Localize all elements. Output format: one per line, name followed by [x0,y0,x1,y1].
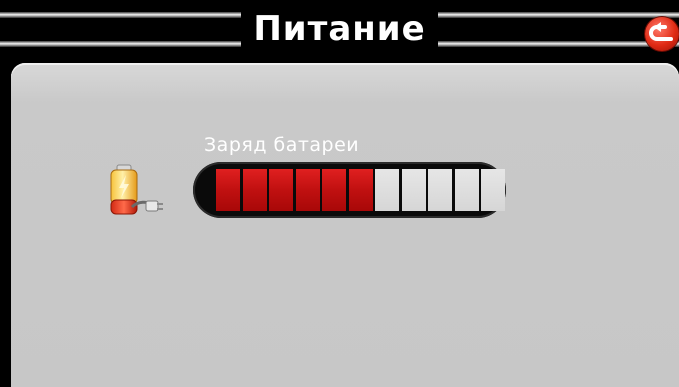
battery-segment-filled [348,169,373,211]
battery-segment-filled [322,169,346,211]
power-screen: Питание Заряд батареи [0,0,679,387]
battery-segment-filled [295,169,320,211]
battery-segment-empty [401,169,426,211]
battery-segment-filled [216,169,240,211]
page-title-text: Питание [241,9,438,49]
battery-segments [216,169,508,211]
battery-segment-empty [428,169,452,211]
back-arrow-icon [649,22,673,41]
back-button[interactable] [645,17,679,51]
battery-segment-empty [454,169,479,211]
battery-segment-empty [481,169,505,211]
page-title: Питание [0,9,679,49]
battery-charging-icon [110,164,163,215]
battery-level-label: Заряд батареи [204,134,360,156]
battery-segment-filled [242,169,267,211]
content-panel [11,63,679,387]
title-bar: Питание [0,0,679,54]
battery-segment-empty [375,169,399,211]
battery-level-bar [193,162,506,218]
battery-segment-filled [269,169,293,211]
